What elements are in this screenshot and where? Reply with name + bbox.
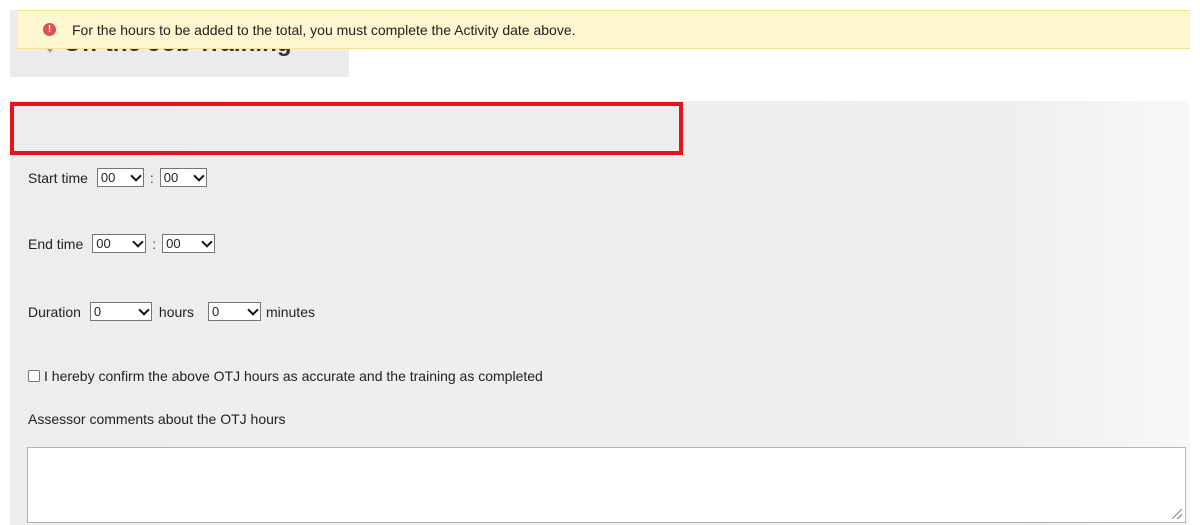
duration-minutes-value: 0: [211, 304, 220, 319]
end-hour-value: 00: [96, 236, 111, 251]
resize-grip-icon[interactable]: [1172, 509, 1182, 519]
end-time-label: End time: [28, 235, 84, 252]
chevron-down-icon: [132, 236, 144, 248]
start-hour-value: 00: [100, 170, 116, 185]
end-minute-value: 00: [166, 236, 181, 251]
error-icon: !: [43, 23, 56, 36]
hours-unit-label: hours: [158, 303, 194, 320]
start-minute-value: 00: [163, 170, 179, 185]
warning-text: For the hours to be added to the total, …: [72, 21, 576, 38]
minutes-unit-label: minutes: [265, 303, 315, 320]
duration-hours-value: 0: [93, 304, 102, 319]
chevron-down-icon: [130, 170, 142, 182]
chevron-down-icon: [193, 170, 205, 182]
time-separator: :: [149, 169, 154, 186]
duration-hours-select[interactable]: 0: [89, 302, 152, 321]
chevron-down-icon: [247, 304, 259, 316]
chevron-down-icon: [201, 236, 213, 248]
chevron-down-icon: [138, 304, 150, 316]
confirm-row: I hereby confirm the above OTJ hours as …: [28, 368, 543, 384]
end-time-row: End time 00 : 00: [28, 234, 216, 253]
confirm-otj-checkbox[interactable]: [28, 370, 40, 382]
otj-page: Off the Job Training ! For the hours to …: [0, 0, 1200, 525]
time-separator: :: [152, 235, 157, 252]
start-time-label: Start time: [28, 169, 88, 186]
activity-date-warning: ! For the hours to be added to the total…: [18, 10, 1190, 49]
end-minute-select[interactable]: 00: [162, 234, 216, 253]
confirm-otj-label[interactable]: I hereby confirm the above OTJ hours as …: [44, 368, 543, 384]
duration-minutes-select[interactable]: 0: [207, 302, 261, 321]
start-hour-select[interactable]: 00: [96, 168, 144, 187]
assessor-comments-textarea[interactable]: [27, 447, 1186, 523]
end-hour-select[interactable]: 00: [92, 234, 147, 253]
assessor-comments-label: Assessor comments about the OTJ hours: [28, 411, 286, 427]
duration-row: Duration 0 hours 0 minutes: [28, 302, 324, 321]
start-minute-select[interactable]: 00: [159, 168, 207, 187]
duration-label: Duration: [28, 303, 81, 320]
start-time-row: Start time 00 : 00: [28, 168, 207, 187]
